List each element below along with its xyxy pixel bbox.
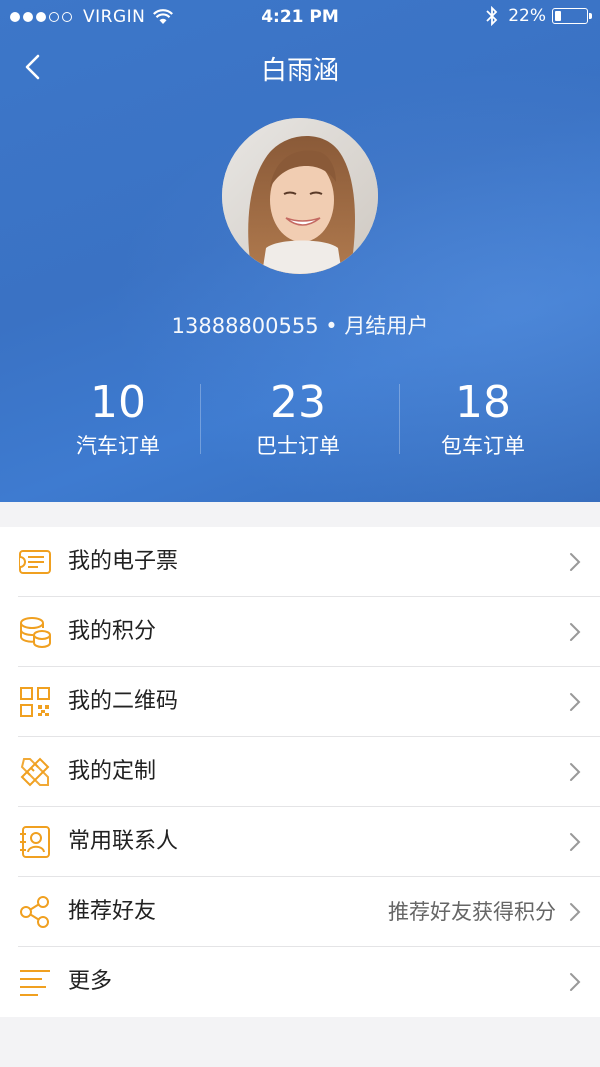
menu-item-label: 更多 <box>68 969 113 994</box>
bluetooth-icon <box>486 6 498 26</box>
status-bar: VIRGIN 4:21 PM 22% <box>0 0 600 34</box>
nav-bar: 白雨涵 <box>0 44 600 90</box>
pencil-ruler-icon <box>20 757 50 787</box>
menu-item-label: 我的二维码 <box>68 689 179 714</box>
avatar[interactable] <box>222 118 378 274</box>
menu-item-label: 常用联系人 <box>68 829 179 854</box>
avatar-image <box>222 118 378 274</box>
menu-item-contacts[interactable]: 常用联系人 <box>0 807 600 877</box>
battery-icon <box>552 8 592 24</box>
menu-list: 我的电子票 我的积分 我的二维码 我的定制 常用联系人 推荐好友 推荐好友获得积… <box>0 527 600 1017</box>
menu-item-more[interactable]: 更多 <box>0 947 600 1017</box>
menu-item-label: 推荐好友 <box>68 899 157 924</box>
stat-value: 10 <box>90 377 146 428</box>
chevron-right-icon <box>570 553 581 571</box>
ticket-icon <box>19 550 51 574</box>
stat-value: 18 <box>455 377 511 428</box>
stat-label: 巴士订单 <box>256 434 340 458</box>
profile-header: VIRGIN 4:21 PM 22% 白雨涵 13888800555 • 月结用… <box>0 0 600 502</box>
chevron-right-icon <box>570 973 581 991</box>
chevron-right-icon <box>570 763 581 781</box>
menu-item-e-ticket[interactable]: 我的电子票 <box>0 527 600 597</box>
chevron-right-icon <box>570 903 581 921</box>
stat-value: 23 <box>270 377 326 428</box>
chevron-right-icon <box>570 833 581 851</box>
menu-item-refer-friends[interactable]: 推荐好友 推荐好友获得积分 <box>0 877 600 947</box>
menu-item-points[interactable]: 我的积分 <box>0 597 600 667</box>
stat-label: 汽车订单 <box>76 434 160 458</box>
menu-item-label: 我的定制 <box>68 759 157 784</box>
chevron-right-icon <box>570 693 581 711</box>
stat-label: 包车订单 <box>441 434 525 458</box>
order-stats: 10 汽车订单 23 巴士订单 18 包车订单 <box>0 378 600 468</box>
stat-charter-orders[interactable]: 18 包车订单 <box>383 378 583 460</box>
contact-card-icon <box>20 826 50 858</box>
user-info-line: 13888800555 • 月结用户 <box>171 314 429 338</box>
stat-bus-orders[interactable]: 23 巴士订单 <box>198 378 398 460</box>
page-title: 白雨涵 <box>260 56 339 86</box>
menu-item-label: 我的积分 <box>68 619 157 644</box>
coins-icon <box>19 617 51 648</box>
menu-item-sub: 推荐好友获得积分 <box>388 900 556 924</box>
menu-item-label: 我的电子票 <box>68 549 179 574</box>
chevron-right-icon <box>570 623 581 641</box>
stat-car-orders[interactable]: 10 汽车订单 <box>18 378 218 460</box>
menu-lines-icon <box>20 970 50 996</box>
menu-item-qr-code[interactable]: 我的二维码 <box>0 667 600 737</box>
share-icon <box>20 896 49 928</box>
battery-percent: 22% <box>508 6 546 26</box>
qr-code-icon <box>20 687 50 717</box>
menu-item-custom[interactable]: 我的定制 <box>0 737 600 807</box>
